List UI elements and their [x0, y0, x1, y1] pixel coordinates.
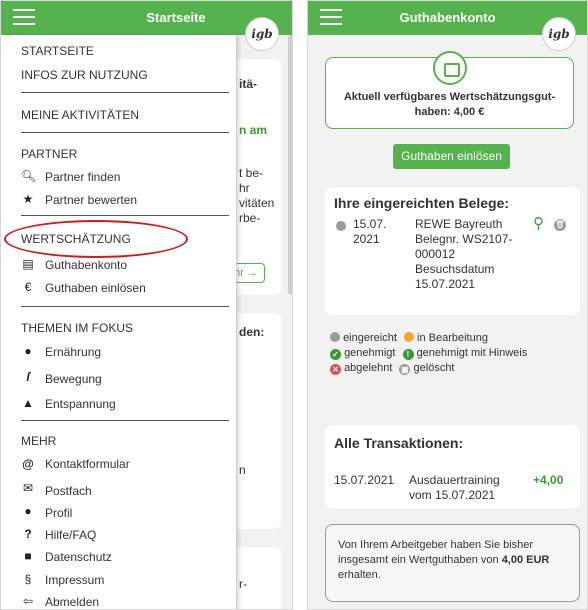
background-text: den: [239, 325, 265, 339]
background-text: r- [239, 577, 247, 591]
info-amount: 4,00 EUR [501, 554, 550, 566]
redeem-button[interactable]: Guthaben einlösen [393, 144, 510, 169]
receipts-card: Ihre eingereichten Belege: 15.07. 2021 R… [325, 187, 580, 315]
transactions-card: Alle Transaktionen: 15.07.2021 Ausdauert… [325, 425, 580, 509]
status-deleted-trash-icon: ▣ [399, 364, 411, 375]
relax-icon: ▲ [22, 396, 34, 410]
menu-item-profil[interactable]: Profil [45, 506, 72, 520]
highlight-annotation [4, 220, 188, 258]
info-card: Von Ihrem Arbeitgeber haben Sie bisher i… [325, 524, 580, 602]
menu-divider [21, 420, 229, 421]
at-icon: @ [22, 457, 34, 471]
background-text: t be- [239, 166, 264, 180]
menu-section-partner: PARTNER [21, 147, 78, 161]
menu-item-guthaben-einloesen[interactable]: Guthaben einlösen [45, 281, 146, 295]
menu-item-entspannung[interactable]: Entspannung [45, 397, 116, 411]
menu-section-mehr: MEHR [21, 434, 57, 448]
transaction-date: 15.07.2021 [334, 473, 395, 487]
menu-divider [21, 306, 229, 307]
transaction-amount: +4,00 [533, 473, 564, 487]
status-approved-check-icon: ✓ [330, 349, 341, 360]
status-processing-icon [403, 332, 414, 342]
legend-row: ✕ abgelehnt ▣ gelöscht [330, 362, 455, 375]
menu-item-partner-finden[interactable]: Partner finden [45, 170, 120, 184]
igb-logo[interactable]: igb [245, 17, 279, 51]
status-submitted-icon [336, 221, 346, 231]
coin-icon [433, 51, 467, 85]
question-icon: ? [24, 527, 32, 541]
menu-item-meine-aktivitaeten[interactable]: MEINE AKTIVITÄTEN [21, 108, 139, 122]
background-text: n am [239, 123, 268, 137]
transaction-description: Ausdauertraining vom 15.07.2021 [409, 473, 500, 502]
legend-approved-note: genehmigt mit Hinweis [416, 347, 528, 359]
menu-item-startseite[interactable]: STARTSEITE [21, 44, 94, 58]
menu-item-postfach[interactable]: Postfach [45, 484, 92, 498]
legend-rejected: abgelehnt [344, 362, 393, 374]
background-text: n [239, 463, 246, 477]
menu-item-partner-bewerten[interactable]: Partner bewerten [45, 193, 137, 207]
legend-deleted: gelöscht [413, 362, 455, 374]
menu-item-ernaehrung[interactable]: Ernährung [45, 345, 101, 359]
receipt-details: REWE Bayreuth Belegnr. WS2107-000012 Bes… [415, 217, 525, 292]
background-text: vitäten [239, 196, 275, 210]
background-text: hr [239, 181, 250, 195]
star-icon: ★ [22, 192, 34, 206]
navigation-drawer: STARTSEITE INFOS ZUR NUTZUNG MEINE AKTIV… [1, 35, 237, 609]
menu-divider [21, 92, 229, 93]
user-icon: ● [24, 504, 32, 518]
page-title: Startseite [146, 10, 206, 25]
receipt-date: 15.07. 2021 [353, 217, 387, 246]
status-submitted-icon [330, 332, 340, 342]
hamburger-menu-icon[interactable] [13, 9, 35, 26]
info-text-after: erhalten. [338, 569, 381, 581]
logout-icon: ⇦ [22, 594, 34, 608]
euro-icon: € [24, 280, 32, 294]
lock-icon: ■ [24, 549, 32, 563]
menu-item-hilfe[interactable]: Hilfe/FAQ [45, 528, 96, 542]
menu-item-datenschutz[interactable]: Datenschutz [45, 550, 112, 564]
menu-item-guthabenkonto[interactable]: Guthabenkonto [45, 258, 127, 272]
status-approved-note-icon: ! [402, 349, 414, 360]
search-icon: 🔍︎ [21, 169, 37, 183]
status-rejected-icon: ✕ [330, 364, 341, 375]
receipt-visit-date: Besuchsdatum 15.07.2021 [415, 262, 495, 291]
legend-processing: in Bearbeitung [417, 332, 488, 344]
receipt-number: Belegnr. WS2107-000012 [415, 232, 513, 261]
menu-section-themen: THEMEN IM FOKUS [21, 321, 134, 335]
left-screen: Startseite igb itä- n am t be- hr vitäte… [0, 0, 293, 610]
view-receipt-search-icon[interactable]: ⚲ [533, 214, 544, 232]
background-text: rbe- [239, 211, 261, 225]
balance-card: Aktuell verfügbares Wertschätzungsgut-ha… [325, 51, 574, 129]
legend-approved: genehmigt [344, 347, 396, 359]
igb-logo[interactable]: igb [542, 17, 576, 51]
right-screen: Guthabenkonto igb Aktuell verfügbares We… [307, 0, 588, 610]
legend-row: ✓ genehmigt ! genehmigt mit Hinweis [330, 347, 527, 360]
menu-item-kontaktformular[interactable]: Kontaktformular [45, 457, 130, 471]
menu-divider [21, 215, 229, 216]
menu-item-impressum[interactable]: Impressum [45, 573, 104, 587]
background-text: itä- [239, 77, 257, 91]
receipts-title: Ihre eingereichten Belege: [334, 195, 510, 211]
transactions-title: Alle Transaktionen: [334, 435, 464, 451]
legend-submitted: eingereicht [343, 332, 397, 344]
menu-item-bewegung[interactable]: Bewegung [45, 372, 102, 386]
running-icon: ſ [26, 370, 30, 384]
delete-receipt-trash-icon[interactable]: 🗑︎ [554, 219, 566, 231]
balance-text: Aktuell verfügbares Wertschätzungsgut-ha… [343, 91, 556, 118]
menu-divider [21, 132, 229, 133]
apple-icon: ● [24, 344, 32, 358]
ledger-icon: ▤ [22, 257, 34, 271]
menu-item-abmelden[interactable]: Abmelden [45, 595, 99, 609]
legend-row: eingereicht in Bearbeitung [330, 332, 488, 344]
receipt-partner: REWE Bayreuth [415, 217, 503, 231]
menu-item-infos[interactable]: INFOS ZUR NUTZUNG [21, 68, 148, 82]
mail-icon: ✉ [22, 481, 34, 495]
scrollbar[interactable] [288, 35, 292, 295]
paragraph-icon: § [24, 572, 32, 586]
